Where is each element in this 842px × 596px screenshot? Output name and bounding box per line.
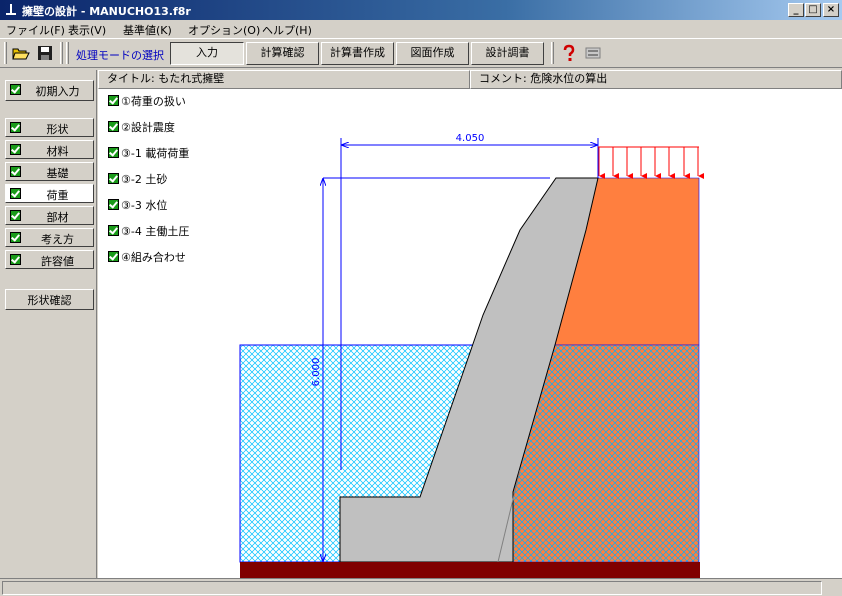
- title-bar[interactable]: 擁壁の設計 - MANUCHO13.f8r _ □ ×: [0, 0, 842, 20]
- check-icon: [10, 188, 21, 199]
- maximize-button[interactable]: □: [805, 3, 821, 17]
- sidebar-item-allowable[interactable]: 許容値: [5, 250, 94, 269]
- app-window: 擁壁の設計 - MANUCHO13.f8r _ □ × ファイル(F) 表示(V…: [0, 0, 842, 596]
- check-icon: [10, 166, 21, 177]
- mode-calc-check-button[interactable]: 計算確認: [246, 42, 319, 65]
- close-button[interactable]: ×: [823, 3, 839, 17]
- toolbar-grip-4[interactable]: [551, 42, 554, 64]
- minimize-button[interactable]: _: [788, 3, 804, 17]
- mode-drawing-button[interactable]: 図面作成: [396, 42, 469, 65]
- sidebar-item-shape[interactable]: 形状: [5, 118, 94, 137]
- toolbar-grip-3[interactable]: [66, 42, 69, 64]
- surcharge-load-arrows: [598, 146, 704, 179]
- main-panel: タイトル: もたれ式擁壁 コメント: 危険水位の算出 ①荷重の扱い ②設計震度 …: [98, 70, 842, 578]
- sidebar-item-material[interactable]: 材料: [5, 140, 94, 159]
- status-pane: [2, 581, 822, 595]
- width-dimension-text: 4.050: [456, 133, 485, 144]
- height-dimension-text: 6.000: [311, 358, 322, 387]
- foundation-base: [240, 562, 700, 578]
- app-icon: [6, 4, 16, 15]
- toolbar: 処理モードの選択 入力 計算確認 計算書作成 図面作成 設計調書: [0, 38, 842, 68]
- retaining-wall-drawing: 4.050 6.000: [239, 133, 704, 578]
- mode-design-sheet-button[interactable]: 設計調書: [471, 42, 544, 65]
- sidebar-item-approach[interactable]: 考え方: [5, 228, 94, 247]
- window-title: 擁壁の設計 - MANUCHO13.f8r: [22, 5, 191, 18]
- check-icon: [10, 144, 21, 155]
- check-icon: [10, 232, 21, 243]
- window-list-icon[interactable]: [584, 44, 602, 62]
- mode-select-label: 処理モードの選択: [76, 49, 164, 62]
- left-nav-panel: 初期入力 形状 材料 基礎 荷重 部材 考え方 許容値 形状確認: [0, 70, 97, 578]
- toolbar-grip-2[interactable]: [60, 42, 63, 64]
- check-icon: [10, 122, 21, 133]
- status-bar: [0, 578, 842, 596]
- check-icon: [10, 254, 21, 265]
- open-folder-icon[interactable]: [12, 44, 30, 62]
- help-question-icon[interactable]: [560, 44, 578, 62]
- menu-options[interactable]: オプション(O): [188, 22, 260, 38]
- check-icon: [10, 210, 21, 221]
- sidebar-item-load[interactable]: 荷重: [5, 184, 94, 203]
- mode-input-button[interactable]: 入力: [170, 42, 244, 65]
- mode-report-button[interactable]: 計算書作成: [321, 42, 394, 65]
- shape-check-button[interactable]: 形状確認: [5, 289, 94, 310]
- check-icon: [10, 84, 21, 95]
- menu-view[interactable]: 表示(V): [68, 22, 106, 38]
- sidebar-item-initial-input[interactable]: 初期入力: [5, 80, 94, 101]
- menu-help[interactable]: ヘルプ(H): [262, 22, 312, 38]
- sidebar-item-foundation[interactable]: 基礎: [5, 162, 94, 181]
- save-disk-icon[interactable]: [36, 44, 54, 62]
- menu-standard[interactable]: 基準値(K): [123, 22, 172, 38]
- menu-file[interactable]: ファイル(F): [6, 22, 65, 38]
- sidebar-item-member[interactable]: 部材: [5, 206, 94, 225]
- toolbar-grip[interactable]: [4, 42, 7, 64]
- menu-bar: ファイル(F) 表示(V) 基準値(K) オプション(O) ヘルプ(H): [0, 20, 842, 38]
